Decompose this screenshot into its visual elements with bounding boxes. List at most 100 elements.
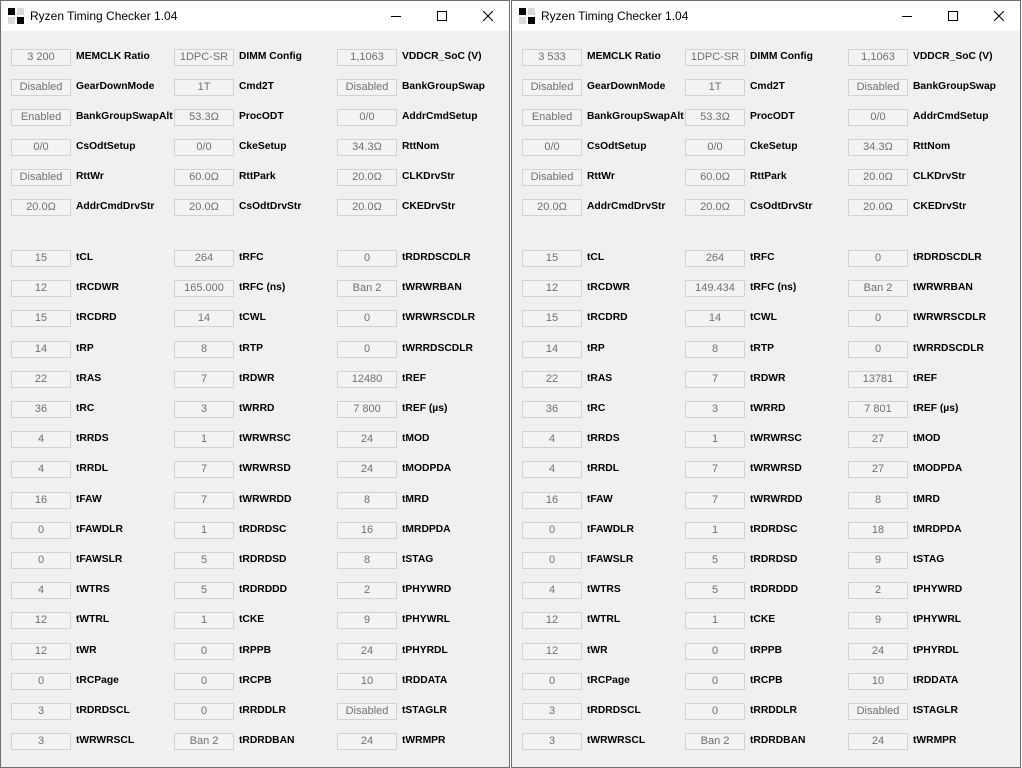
tphyrdl-value: 24 bbox=[337, 643, 397, 660]
trcpage-value: 0 bbox=[522, 673, 582, 690]
trdrdsd-value: 5 bbox=[174, 552, 234, 569]
tstag-value: 8 bbox=[337, 552, 397, 569]
twr-label: tWR bbox=[76, 645, 97, 656]
geardownmode-label: GearDownMode bbox=[587, 81, 666, 92]
window-left: Ryzen Timing Checker 1.04 3 200 MEMCLK Ra… bbox=[0, 0, 510, 768]
twrwrdd-label: tWRWRDD bbox=[239, 494, 292, 505]
trfc-value: 264 bbox=[685, 250, 745, 267]
tphywrd-label: tPHYWRD bbox=[913, 584, 963, 595]
trdrdsc-label: tRDRDSC bbox=[750, 524, 798, 535]
twrmpr-value: 24 bbox=[337, 733, 397, 750]
csodtsetup-label: CsOdtSetup bbox=[76, 141, 136, 152]
memclk-ratio-value: 3 533 bbox=[522, 49, 582, 66]
tcwl-label: tCWL bbox=[239, 312, 266, 323]
trc-value: 36 bbox=[522, 401, 582, 418]
tphyrdl-label: tPHYRDL bbox=[402, 645, 448, 656]
maximize-icon bbox=[948, 11, 958, 21]
trdrdban-value: Ban 2 bbox=[685, 733, 745, 750]
tphyrdl-value: 24 bbox=[848, 643, 908, 660]
twrrd-label: tWRRD bbox=[750, 403, 786, 414]
title-bar[interactable]: Ryzen Timing Checker 1.04 bbox=[512, 1, 1020, 31]
tstag-label: tSTAG bbox=[913, 554, 945, 565]
dimm-config-value: 1DPC-SR bbox=[685, 49, 745, 66]
vddcr-soc-v-value: 1,1063 bbox=[848, 49, 908, 66]
rttwr-label: RttWr bbox=[76, 171, 104, 182]
tref-s-value: 7 801 bbox=[848, 401, 908, 418]
tstag-label: tSTAG bbox=[402, 554, 434, 565]
tras-label: tRAS bbox=[587, 373, 613, 384]
maximize-button[interactable] bbox=[419, 1, 465, 31]
tstaglr-label: tSTAGLR bbox=[402, 705, 447, 716]
tphywrl-value: 9 bbox=[337, 612, 397, 629]
trrds-label: tRRDS bbox=[587, 433, 620, 444]
trcdwr-value: 12 bbox=[522, 280, 582, 297]
dimm-config-label: DIMM Config bbox=[239, 51, 302, 62]
rttnom-label: RttNom bbox=[913, 141, 951, 152]
twrwrsd-value: 7 bbox=[685, 461, 745, 478]
tstaglr-label: tSTAGLR bbox=[913, 705, 958, 716]
trfc-ns-label: tRFC (ns) bbox=[239, 282, 286, 293]
trdrdsd-label: tRDRDSD bbox=[239, 554, 287, 565]
twrwrsc-label: tWRWRSC bbox=[239, 433, 291, 444]
tref-value: 13781 bbox=[848, 371, 908, 388]
trrddlr-value: 0 bbox=[685, 703, 745, 720]
tcl-label: tCL bbox=[587, 252, 605, 263]
twtrl-value: 12 bbox=[522, 612, 582, 629]
twrwrsd-label: tWRWRSD bbox=[750, 463, 802, 474]
twrrd-value: 3 bbox=[174, 401, 234, 418]
twrwrscl-value: 3 bbox=[11, 733, 71, 750]
procodt-label: ProcODT bbox=[750, 111, 795, 122]
trdrdsc-value: 1 bbox=[174, 522, 234, 539]
twrwrsd-value: 7 bbox=[174, 461, 234, 478]
tfawslr-value: 0 bbox=[11, 552, 71, 569]
csodtsetup-value: 0/0 bbox=[11, 139, 71, 156]
trcdrd-label: tRCDRD bbox=[587, 312, 628, 323]
twtrl-value: 12 bbox=[11, 612, 71, 629]
close-button[interactable] bbox=[465, 1, 511, 31]
tfaw-label: tFAW bbox=[587, 494, 613, 505]
ckesetup-label: CkeSetup bbox=[239, 141, 287, 152]
minimize-button[interactable] bbox=[884, 1, 930, 31]
trrddlr-label: tRRDDLR bbox=[239, 705, 286, 716]
minimize-button[interactable] bbox=[373, 1, 419, 31]
geardownmode-value: Disabled bbox=[522, 79, 582, 96]
cmd2t-value: 1T bbox=[685, 79, 745, 96]
tfaw-label: tFAW bbox=[76, 494, 102, 505]
tcl-label: tCL bbox=[76, 252, 94, 263]
cmd2t-label: Cmd2T bbox=[750, 81, 785, 92]
trdrdscl-value: 3 bbox=[11, 703, 71, 720]
twrwrdd-label: tWRWRDD bbox=[750, 494, 803, 505]
tcwl-value: 14 bbox=[685, 310, 745, 327]
ckedrvstr-label: CKEDrvStr bbox=[913, 201, 967, 212]
dimm-config-value: 1DPC-SR bbox=[174, 49, 234, 66]
trppb-value: 0 bbox=[685, 643, 745, 660]
csodtdrvstr-value: 20.0Ω bbox=[174, 199, 234, 216]
minimize-icon bbox=[391, 16, 401, 17]
trp-value: 14 bbox=[11, 341, 71, 358]
tphywrd-value: 2 bbox=[337, 582, 397, 599]
twrwrsc-value: 1 bbox=[174, 431, 234, 448]
trdwr-label: tRDWR bbox=[239, 373, 275, 384]
trdrdban-label: tRDRDBAN bbox=[239, 735, 295, 746]
maximize-button[interactable] bbox=[930, 1, 976, 31]
trddata-value: 10 bbox=[337, 673, 397, 690]
trtp-value: 8 bbox=[685, 341, 745, 358]
twrwrdd-value: 7 bbox=[174, 492, 234, 509]
window-title: Ryzen Timing Checker 1.04 bbox=[30, 9, 178, 23]
addrcmddrvstr-label: AddrCmdDrvStr bbox=[587, 201, 666, 212]
tfaw-value: 16 bbox=[522, 492, 582, 509]
trcpage-value: 0 bbox=[11, 673, 71, 690]
tmrd-label: tMRD bbox=[913, 494, 940, 505]
trc-value: 36 bbox=[11, 401, 71, 418]
title-bar[interactable]: Ryzen Timing Checker 1.04 bbox=[1, 1, 509, 31]
trcpage-label: tRCPage bbox=[587, 675, 630, 686]
rttpark-value: 60.0Ω bbox=[685, 169, 745, 186]
geardownmode-label: GearDownMode bbox=[76, 81, 155, 92]
twrrd-label: tWRRD bbox=[239, 403, 275, 414]
trrdl-label: tRRDL bbox=[587, 463, 620, 474]
geardownmode-value: Disabled bbox=[11, 79, 71, 96]
twr-value: 12 bbox=[11, 643, 71, 660]
close-button[interactable] bbox=[976, 1, 1022, 31]
tmod-label: tMOD bbox=[402, 433, 430, 444]
clkdrvstr-label: CLKDrvStr bbox=[402, 171, 455, 182]
